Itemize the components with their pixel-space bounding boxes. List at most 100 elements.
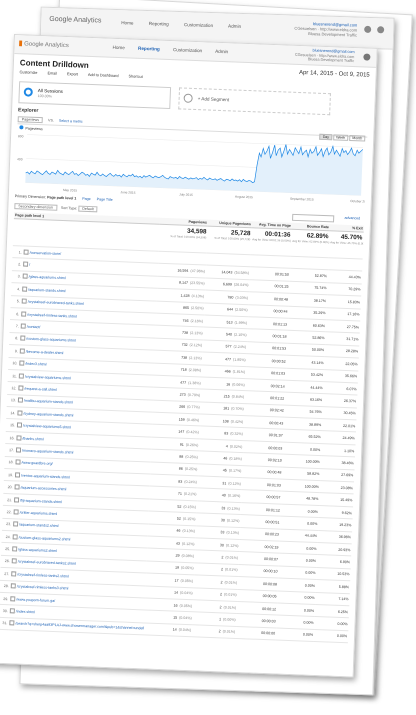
back-nav-home: Home (121, 20, 134, 26)
row-pageviews-value: 273 (179, 392, 186, 397)
nav-admin[interactable]: Admin (215, 49, 228, 54)
row-unique-pct: (0.02%) (229, 444, 243, 449)
granularity-month[interactable]: Month (349, 134, 366, 142)
row-pageviews-pct: (0.05%) (180, 578, 194, 584)
row-unique-pct: (54.58%) (234, 270, 250, 276)
total-pageviews: 34,598% of Total: 100.00% (34,598) (158, 224, 208, 254)
row-pageviews-value: 88 (179, 454, 184, 459)
row-unique-value: 6,699 (222, 282, 233, 288)
row-pageviews-value: 71 (177, 491, 182, 496)
row-number: 29. (0, 592, 10, 606)
row-pageviews-pct: (0.25%) (185, 454, 198, 460)
nav-reporting[interactable]: Reporting (138, 46, 160, 52)
account-switcher[interactable]: bluesnerend@gmail.com CGesuelsen · http:… (295, 48, 355, 64)
row-unique-pct: (0.84%) (231, 394, 245, 400)
row-pageviews-pct: (0.46%) (186, 417, 200, 423)
row-unique-value: 40 (221, 493, 226, 498)
row-unique-pct: (26.04%) (233, 283, 249, 288)
row-pageviews-value: 865 (182, 305, 190, 311)
row-pageviews-value: 52 (176, 516, 182, 521)
nav-home[interactable]: Home (112, 45, 124, 50)
row-unique-value: 30 (219, 542, 225, 548)
row-pageviews-value: 46 (176, 528, 181, 534)
nav-customization[interactable]: Customization (173, 47, 202, 53)
back-nav-admin: Admin (228, 23, 242, 29)
vs-label: VS. (48, 118, 54, 123)
row-exit: 0.00% (313, 629, 349, 643)
dimension-active[interactable]: Page path level 1 (47, 195, 76, 200)
row-pageviews-pct: (4.13%) (191, 293, 205, 299)
checkbox-icon (15, 459, 21, 465)
row-number: 23. (1, 518, 13, 531)
row-unique-pct: (2.10%) (233, 332, 247, 338)
customize-button[interactable]: Customize (19, 70, 37, 75)
row-unique-value: 46 (223, 456, 228, 461)
row-unique-value: 108 (222, 419, 229, 424)
date-range-picker[interactable]: Apr 14, 2015 - Oct 9, 2015 (299, 70, 370, 79)
pageviews-chart: Pageviews Day Week Month 800 400 May 2015 Jun… (15, 125, 367, 205)
row-number: 26. (0, 555, 11, 568)
table-search-input[interactable] (292, 213, 335, 223)
row-unique-value: 2 (221, 555, 224, 560)
row-unique-pct: (0.13%) (227, 506, 241, 511)
add-segment-button[interactable]: + Add Segment (178, 87, 331, 116)
checkbox-icon (9, 608, 15, 614)
row-pageviews-value: 86 (178, 466, 183, 472)
x-tick-label: May 2015 (63, 188, 77, 193)
checkbox-icon (10, 583, 16, 589)
granularity-day[interactable]: Day (319, 133, 333, 141)
x-tick-label: July 2015 (179, 192, 193, 197)
row-number: 10. (8, 357, 19, 370)
total-bounce-sub: Avg for View: 62.89% (0.00%) (292, 238, 330, 245)
row-pageviews-pct: (2.50%) (190, 306, 204, 311)
row-unique-value: 215 (223, 394, 230, 399)
x-tick-label: October 2015 (350, 199, 367, 204)
sort-type-select[interactable]: Default (78, 205, 98, 213)
segment-all-sessions[interactable]: All Sessions 100.00% (18, 81, 172, 110)
select-metric-link[interactable]: Select a metric (59, 119, 83, 124)
metric-select[interactable]: Pageviews (17, 116, 44, 124)
advanced-filter-link[interactable]: advanced (345, 216, 361, 221)
back-account-view: Bluesa Development Traffic (308, 31, 358, 38)
row-unique-pct: (0.01%) (223, 592, 237, 598)
total-exit: 45.70% Avg for View: 45.70% (0.00%) (328, 230, 364, 260)
row-pageviews-value: 738 (181, 355, 188, 360)
granularity-week[interactable]: Week (333, 134, 349, 141)
row-unique-value: 2 (219, 592, 223, 597)
checkbox-icon (22, 286, 28, 292)
gear-icon[interactable] (363, 53, 371, 61)
row-unique-value: 2 (220, 567, 224, 572)
checkbox-icon (18, 373, 24, 379)
row-number: 12. (7, 381, 18, 395)
checkbox-icon (21, 298, 27, 304)
row-number: 11. (7, 369, 19, 383)
x-tick-label: September 2015 (290, 197, 314, 202)
checkbox-icon (18, 385, 24, 391)
checkbox-icon (11, 558, 17, 564)
row-unique-value: 33 (221, 505, 226, 510)
ga-logo-text: Google Analytics (24, 41, 69, 50)
segment-percent: 100.00% (37, 93, 52, 99)
row-number: 22. (2, 505, 13, 519)
dimension-page[interactable]: Page (82, 197, 91, 201)
row-unique-value: 644 (226, 307, 234, 312)
row-number: 25. (0, 542, 12, 556)
y-tick-label: 400 (17, 157, 23, 161)
shortcut-button[interactable]: Shortcut (128, 74, 142, 79)
checkbox-icon (23, 261, 29, 267)
checkbox-icon (14, 472, 21, 478)
export-button[interactable]: Export (67, 72, 78, 76)
row-pageviews-pct: (2.08%) (188, 368, 202, 373)
row-unique-pct: (0.16%) (227, 493, 241, 499)
email-button[interactable]: Email (47, 71, 57, 75)
secondary-dimension-select[interactable]: Secondary dimension (14, 203, 58, 211)
report-table: Page path level 1 Pageviews Unique Pagev… (0, 212, 364, 643)
row-pageviews-pct: (1.38%) (188, 380, 201, 386)
segment-name: All Sessions (37, 87, 63, 94)
row-pageviews-pct: (47.96%) (190, 269, 206, 274)
row-unique-pct: (2.24%) (233, 345, 247, 350)
row-pageviews-pct: (0.04%) (179, 615, 192, 621)
chart-legend: Pageviews (19, 125, 43, 131)
dimension-page-title[interactable]: Page Title (97, 197, 113, 202)
row-unique-pct: (0.01%) (225, 555, 239, 561)
